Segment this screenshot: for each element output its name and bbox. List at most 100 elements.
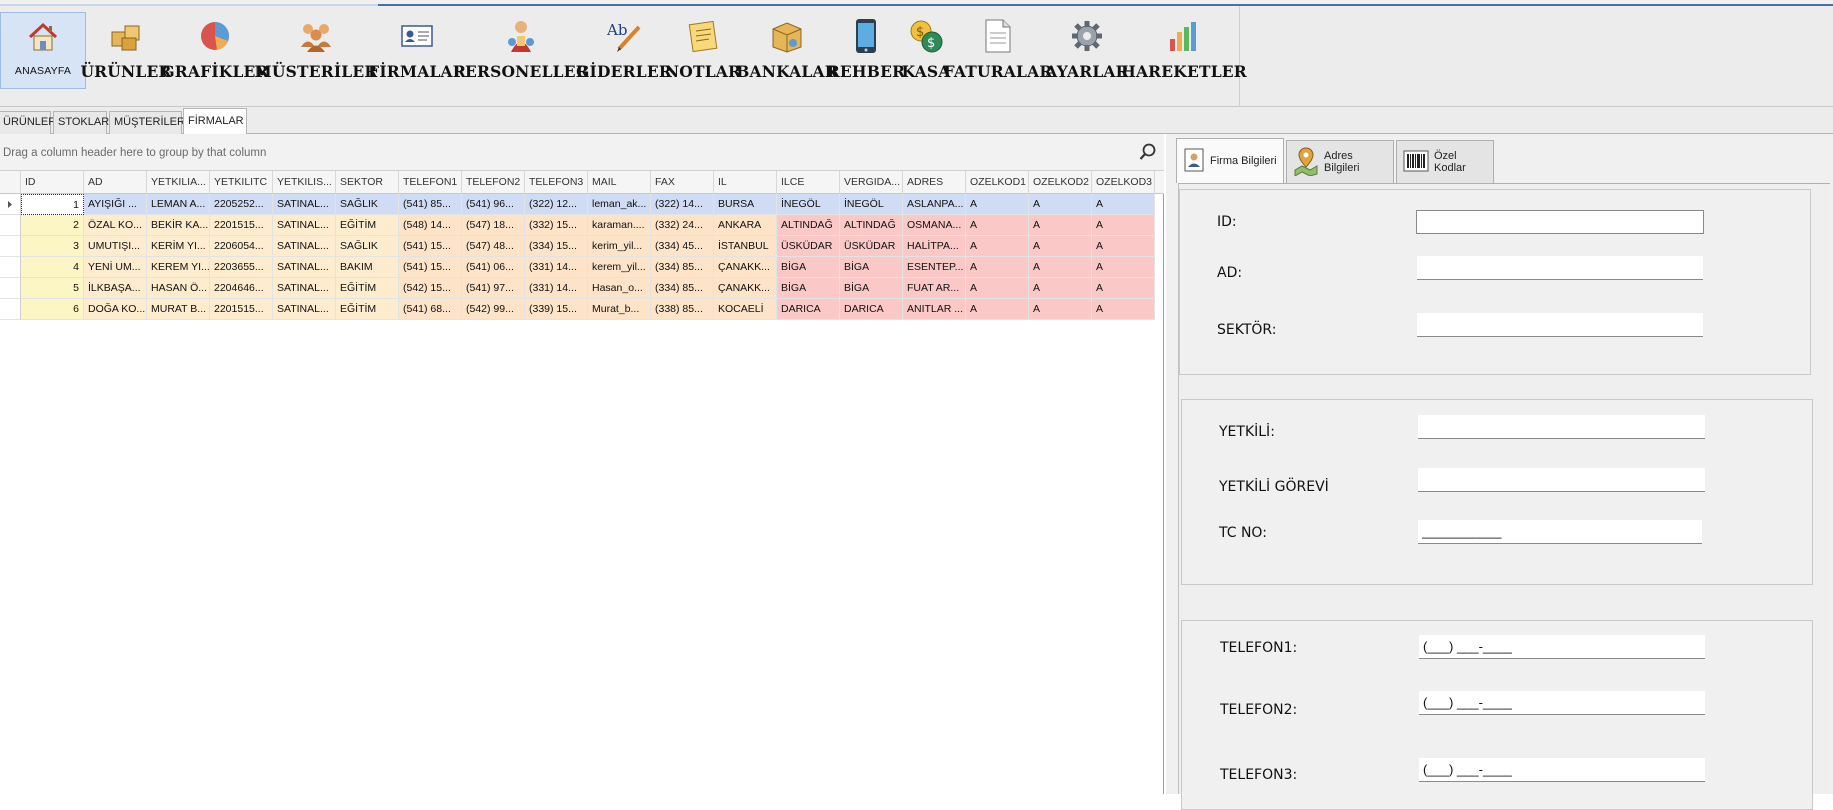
grid-cell[interactable]: BİGA xyxy=(777,257,840,278)
grid-cell[interactable]: SATINAL... xyxy=(273,194,336,215)
grid-cell[interactable]: (548) 14... xyxy=(399,215,462,236)
grid-cell[interactable]: KOCAELİ xyxy=(714,299,777,320)
table-row[interactable]: 5 İLKBAŞA... HASAN Ö... 2204646... SATINAL..… xyxy=(0,278,1164,299)
grid-cell[interactable]: 4 xyxy=(21,257,84,278)
group-panel[interactable]: Drag a column header here to group by th… xyxy=(0,134,1164,171)
column-header[interactable]: YETKILIA... xyxy=(147,171,210,194)
grid-cell[interactable]: SATINAL... xyxy=(273,257,336,278)
grid-cell[interactable]: MURAT B... xyxy=(147,299,210,320)
tab-ozel-kodlar[interactable]: Özel Kodlar xyxy=(1396,140,1494,183)
grid-cell[interactable]: (547) 18... xyxy=(462,215,525,236)
column-header[interactable]: ILCE xyxy=(777,171,840,194)
grid-cell[interactable]: (541) 85... xyxy=(399,194,462,215)
grid-cell[interactable]: A xyxy=(1029,236,1092,257)
grid-cell[interactable]: (541) 15... xyxy=(399,236,462,257)
grid-cell[interactable]: A xyxy=(1092,257,1155,278)
grid-cell[interactable]: (334) 15... xyxy=(525,236,588,257)
grid-cell[interactable]: EĞİTİM xyxy=(336,215,399,236)
column-header[interactable]: OZELKOD3 xyxy=(1092,171,1155,194)
grid-cell[interactable]: A xyxy=(1029,215,1092,236)
column-header[interactable]: TELEFON3 xyxy=(525,171,588,194)
grid-cell[interactable]: A xyxy=(1092,236,1155,257)
grid-cell[interactable]: A xyxy=(1029,194,1092,215)
grid-cell[interactable]: ALTINDAĞ xyxy=(777,215,840,236)
ribbon-button-1[interactable]: GRAFİKLER xyxy=(161,12,268,90)
grid-cell[interactable]: A xyxy=(1092,299,1155,320)
column-header[interactable]: MAIL xyxy=(588,171,651,194)
grid-cell[interactable]: A xyxy=(1029,278,1092,299)
grid-cell[interactable]: BURSA xyxy=(714,194,777,215)
grid-cell[interactable]: 2204646... xyxy=(210,278,273,299)
column-header[interactable]: ID xyxy=(21,171,84,194)
column-header[interactable]: OZELKOD2 xyxy=(1029,171,1092,194)
ribbon-button-12[interactable]: HAREKETLER xyxy=(1121,12,1247,90)
row-indicator[interactable] xyxy=(0,299,21,320)
ribbon-button-7[interactable]: BANKALAR xyxy=(736,12,838,90)
grid-cell[interactable]: (322) 12... xyxy=(525,194,588,215)
grid-cell[interactable]: (541) 06... xyxy=(462,257,525,278)
grid-cell[interactable]: İLKBAŞA... xyxy=(84,278,147,299)
grid-cell[interactable]: 2201515... xyxy=(210,299,273,320)
ribbon-button-3[interactable]: FİRMALAR xyxy=(368,12,466,90)
grid-cell[interactable]: KERİM YI... xyxy=(147,236,210,257)
grid-cell[interactable]: ÜSKÜDAR xyxy=(777,236,840,257)
grid-cell[interactable]: 6 xyxy=(21,299,84,320)
grid-cell[interactable]: DOĞA KO... xyxy=(84,299,147,320)
grid-cell[interactable]: İNEGÖL xyxy=(777,194,840,215)
grid-cell[interactable]: 3 xyxy=(21,236,84,257)
yetkili-gorevi-field[interactable] xyxy=(1418,468,1705,492)
grid-cell[interactable]: A xyxy=(1092,215,1155,236)
grid-cell[interactable]: Murat_b... xyxy=(588,299,651,320)
grid-cell[interactable]: SATINAL... xyxy=(273,278,336,299)
grid-cell[interactable]: (547) 48... xyxy=(462,236,525,257)
grid-cell[interactable]: (322) 14... xyxy=(651,194,714,215)
grid-cell[interactable]: BİGA xyxy=(840,278,903,299)
telefon1-field[interactable]: (___) ___-____ xyxy=(1419,635,1705,659)
grid-cell[interactable]: karaman.... xyxy=(588,215,651,236)
grid-cell[interactable]: SATINAL... xyxy=(273,215,336,236)
grid-cell[interactable]: 2 xyxy=(21,215,84,236)
ribbon-button-10[interactable]: FATURALAR xyxy=(944,12,1052,90)
grid-cell[interactable]: İSTANBUL xyxy=(714,236,777,257)
grid-cell[interactable]: ESENTEP... xyxy=(903,257,966,278)
grid-cell[interactable]: kerem_yil... xyxy=(588,257,651,278)
home-button[interactable]: ANASAYFA xyxy=(0,12,86,89)
table-row[interactable]: 6 DOĞA KO... MURAT B... 2201515... SATINAL..… xyxy=(0,299,1164,320)
table-row[interactable]: 3 UMUTIŞI... KERİM YI... 2206054... SATINAL.… xyxy=(0,236,1164,257)
ribbon-button-4[interactable]: PERSONELLER xyxy=(453,12,589,90)
grid-cell[interactable]: A xyxy=(966,236,1029,257)
column-header[interactable]: TELEFON1 xyxy=(399,171,462,194)
grid-cell[interactable]: SAĞLIK xyxy=(336,194,399,215)
grid-cell[interactable]: İNEGÖL xyxy=(840,194,903,215)
grid-cell[interactable]: A xyxy=(966,194,1029,215)
grid-cell[interactable]: (541) 15... xyxy=(399,257,462,278)
grid-cell[interactable]: SATINAL... xyxy=(273,236,336,257)
ribbon-button-5[interactable]: Ab GİDERLER xyxy=(576,12,672,90)
column-header[interactable]: YETKILIS... xyxy=(273,171,336,194)
tab-stoklar[interactable]: STOKLAR xyxy=(53,111,109,134)
grid-cell[interactable]: BEKİR KA... xyxy=(147,215,210,236)
column-header[interactable]: IL xyxy=(714,171,777,194)
grid-cell[interactable]: 5 xyxy=(21,278,84,299)
ribbon-button-11[interactable]: AYARLAR xyxy=(1045,12,1129,90)
grid-cell[interactable]: UMUTIŞI... xyxy=(84,236,147,257)
grid-cell[interactable]: YENİ UM... xyxy=(84,257,147,278)
tab-firmalar[interactable]: FİRMALAR xyxy=(183,108,247,134)
grid-cell[interactable]: (542) 99... xyxy=(462,299,525,320)
grid-cell[interactable]: BİGA xyxy=(777,278,840,299)
grid-cell[interactable]: 2203655... xyxy=(210,257,273,278)
id-field[interactable] xyxy=(1416,210,1704,234)
grid-cell[interactable]: OSMANA... xyxy=(903,215,966,236)
grid-cell[interactable]: ANITLAR ... xyxy=(903,299,966,320)
column-header[interactable]: AD xyxy=(84,171,147,194)
column-header[interactable]: SEKTOR xyxy=(336,171,399,194)
grid-cell[interactable]: (332) 24... xyxy=(651,215,714,236)
grid-cell[interactable]: A xyxy=(1092,278,1155,299)
row-indicator[interactable] xyxy=(0,278,21,299)
row-indicator[interactable] xyxy=(0,215,21,236)
grid-cell[interactable]: A xyxy=(966,299,1029,320)
tab-urunler[interactable]: ÜRÜNLER xyxy=(0,111,56,134)
grid-cell[interactable]: ÜSKÜDAR xyxy=(840,236,903,257)
grid-cell[interactable]: ASLANPA... xyxy=(903,194,966,215)
grid-cell[interactable]: kerim_yil... xyxy=(588,236,651,257)
